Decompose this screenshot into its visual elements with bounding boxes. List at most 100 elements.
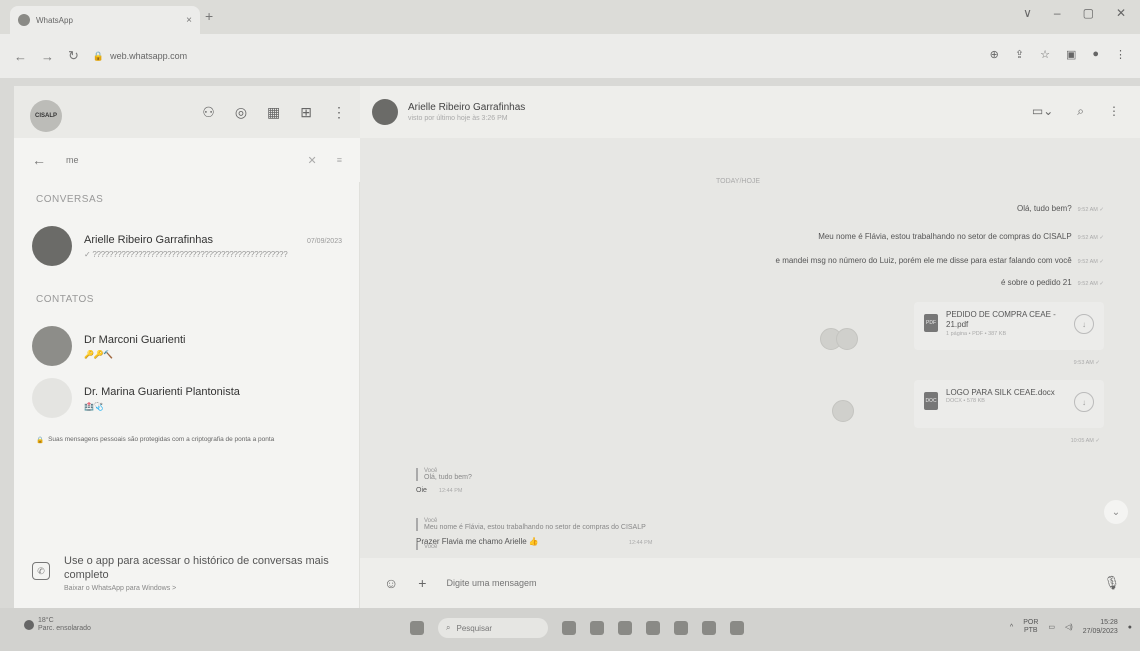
scroll-down-button[interactable]: ⌄ <box>1104 500 1128 524</box>
weather-widget[interactable]: 18°C Parc. ensolarado <box>38 617 91 634</box>
edge-icon[interactable] <box>618 621 632 635</box>
sidebar: CISALP ⚇ ◎ ▦ ⊞ ⋮ ← ✕ ≡ CONVERSAS Arielle… <box>14 86 360 608</box>
communities-icon[interactable]: ⚇ <box>202 104 215 121</box>
browser-tab-whatsapp[interactable]: WhatsApp × <box>10 6 200 34</box>
back-arrow-icon[interactable]: ← <box>32 152 46 168</box>
reaction-icon[interactable] <box>836 328 858 350</box>
outgoing-message[interactable]: é sobre o pedido 21 9:52 AM ✓ <box>1001 278 1104 287</box>
chat-header[interactable]: Arielle Ribeiro Garrafinhas visto por úl… <box>360 86 1140 138</box>
incoming-message[interactable]: Você Meu nome é Flávia, estou trabalhand… <box>416 518 652 546</box>
tab-title: WhatsApp <box>36 15 73 25</box>
new-tab-button[interactable]: + <box>205 8 213 24</box>
translate-icon[interactable]: ⊕ <box>990 48 999 61</box>
forward-icon[interactable] <box>832 400 854 422</box>
document-name: PEDIDO DE COMPRA CEAE - 21.pdf <box>946 310 1056 330</box>
microphone-icon[interactable]: 🎙 <box>1103 575 1120 591</box>
word-icon[interactable] <box>730 621 744 635</box>
message-text: Oie <box>416 487 427 494</box>
incoming-message[interactable]: Você Olá, tudo bem? Oie 12:44 PM <box>416 468 472 494</box>
contact-item[interactable]: Dr. Marina Guarienti Plantonista 🏥🩺 <box>14 370 360 426</box>
contact-avatar[interactable] <box>372 99 398 125</box>
date-separator: TODAY/HOJE <box>716 178 761 185</box>
file-explorer-icon[interactable] <box>590 621 604 635</box>
sidebar-icon[interactable]: ▣ <box>1066 48 1076 61</box>
status-icon[interactable]: ◎ <box>235 104 247 121</box>
language-indicator[interactable]: POR PTB <box>1023 619 1038 636</box>
doc-file-icon: DOC <box>924 392 938 410</box>
sidebar-header-icons: ⚇ ◎ ▦ ⊞ ⋮ <box>202 104 346 121</box>
message-time: 9:52 AM ✓ <box>1077 281 1104 287</box>
chat-contact-name: Arielle Ribeiro Garrafinhas <box>408 102 526 113</box>
profile-icon[interactable]: ● <box>1092 48 1099 61</box>
attach-plus-icon[interactable]: + <box>418 575 426 591</box>
search-bar: ← ✕ ≡ <box>14 138 360 182</box>
chrome-profile-icon[interactable] <box>702 621 716 635</box>
menu-dots-icon[interactable]: ⋮ <box>1115 48 1126 61</box>
contact-name: Arielle Ribeiro Garrafinhas <box>84 233 213 246</box>
menu-dots-icon[interactable]: ⋮ <box>1108 104 1120 119</box>
search-input[interactable] <box>66 155 266 165</box>
reload-icon[interactable]: ↻ <box>68 48 79 64</box>
contact-status: 🏥🩺 <box>84 401 104 411</box>
download-app-banner[interactable]: ✆ Use o app para acessar o histórico de … <box>14 544 360 608</box>
chevron-up-icon[interactable]: ^ <box>1010 624 1013 631</box>
bookmark-star-icon[interactable]: ☆ <box>1040 48 1050 61</box>
clock[interactable]: 15:28 27/09/2023 <box>1083 618 1118 636</box>
new-chat-icon[interactable]: ⊞ <box>300 104 312 121</box>
taskbar-apps: ⌕ Pesquisar <box>410 618 744 638</box>
network-icon[interactable]: ▭ <box>1048 623 1055 631</box>
outgoing-message[interactable]: Meu nome é Flávia, estou trabalhando no … <box>818 232 1104 241</box>
back-arrow-icon[interactable]: ← <box>14 49 27 64</box>
section-contacts: CONTATOS <box>36 294 94 305</box>
message-text: e mandei msg no número do Luiz, porém el… <box>775 256 1072 265</box>
chat-panel: Arielle Ribeiro Garrafinhas visto por úl… <box>360 86 1140 608</box>
menu-dots-icon[interactable]: ⋮ <box>332 104 346 121</box>
taskbar-search[interactable]: ⌕ Pesquisar <box>438 618 548 638</box>
outgoing-message[interactable]: e mandei msg no número do Luiz, porém el… <box>776 256 1104 265</box>
quoted-message[interactable]: Você Meu nome é Flávia, estou trabalhand… <box>416 518 652 531</box>
download-icon[interactable]: ↓ <box>1074 314 1094 334</box>
message-time: 9:53 AM ✓ <box>1073 360 1100 366</box>
share-icon[interactable]: ⇪ <box>1015 48 1024 61</box>
widgets-icon[interactable] <box>562 621 576 635</box>
clear-search-icon[interactable]: ✕ <box>308 154 317 167</box>
tab-close-icon[interactable]: × <box>186 15 192 26</box>
search-icon[interactable]: ⌕ <box>1077 104 1084 119</box>
maximize-button[interactable]: ▢ <box>1083 6 1094 20</box>
notification-icon[interactable]: ● <box>1128 624 1132 631</box>
quoted-message[interactable]: Você Olá, tudo bem? <box>416 468 472 481</box>
conversation-body: Arielle Ribeiro Garrafinhas 07/09/2023 ✓… <box>84 234 342 259</box>
message-input[interactable] <box>446 578 1007 588</box>
document-message[interactable]: PDF PEDIDO DE COMPRA CEAE - 21.pdf 1 pág… <box>914 302 1104 350</box>
contact-item[interactable]: Dr Marconi Guarienti 🔑🔑🔨 <box>14 318 360 374</box>
conversation-item[interactable]: Arielle Ribeiro Garrafinhas 07/09/2023 ✓… <box>14 218 360 274</box>
clock-time: 15:28 <box>1100 619 1118 626</box>
outgoing-message[interactable]: Olá, tudo bem? 9:52 AM ✓ <box>1017 204 1104 213</box>
download-icon[interactable]: ↓ <box>1074 392 1094 412</box>
filter-icon[interactable]: ≡ <box>337 155 342 165</box>
store-icon[interactable] <box>646 621 660 635</box>
browser-tabbar: WhatsApp × + ∨ – ▢ ✕ <box>0 0 1140 34</box>
close-window-button[interactable]: ✕ <box>1116 6 1126 20</box>
document-name: LOGO PARA SILK CEAE.docx <box>946 388 1055 397</box>
channels-icon[interactable]: ▦ <box>267 104 280 121</box>
document-message[interactable]: DOC LOGO PARA SILK CEAE.docx DOCX • 578 … <box>914 380 1104 428</box>
forward-arrow-icon[interactable]: → <box>41 49 54 64</box>
start-windows-icon[interactable] <box>410 621 424 635</box>
incoming-message[interactable]: Você <box>416 544 437 550</box>
volume-icon[interactable]: ◁) <box>1065 623 1073 631</box>
minimize-button[interactable]: – <box>1054 6 1061 20</box>
section-conversations: CONVERSAS <box>36 194 104 205</box>
chrome-icon[interactable] <box>674 621 688 635</box>
search-icon: ⌕ <box>446 623 451 632</box>
avatar <box>32 378 72 418</box>
video-call-icon[interactable]: ▭⌄ <box>1032 104 1053 119</box>
url-field[interactable]: 🔒 web.whatsapp.com <box>93 51 187 62</box>
tab-search-icon[interactable]: ∨ <box>1023 6 1032 20</box>
promo-link[interactable]: Baixar o WhatsApp para Windows > <box>64 585 334 592</box>
emoji-icon[interactable]: ☺ <box>384 575 398 591</box>
quoted-message[interactable]: Você <box>416 544 437 550</box>
profile-avatar[interactable]: CISALP <box>30 100 62 132</box>
chat-contact-status: visto por último hoje às 3:26 PM <box>408 115 508 122</box>
whatsapp-icon: ✆ <box>32 562 50 580</box>
